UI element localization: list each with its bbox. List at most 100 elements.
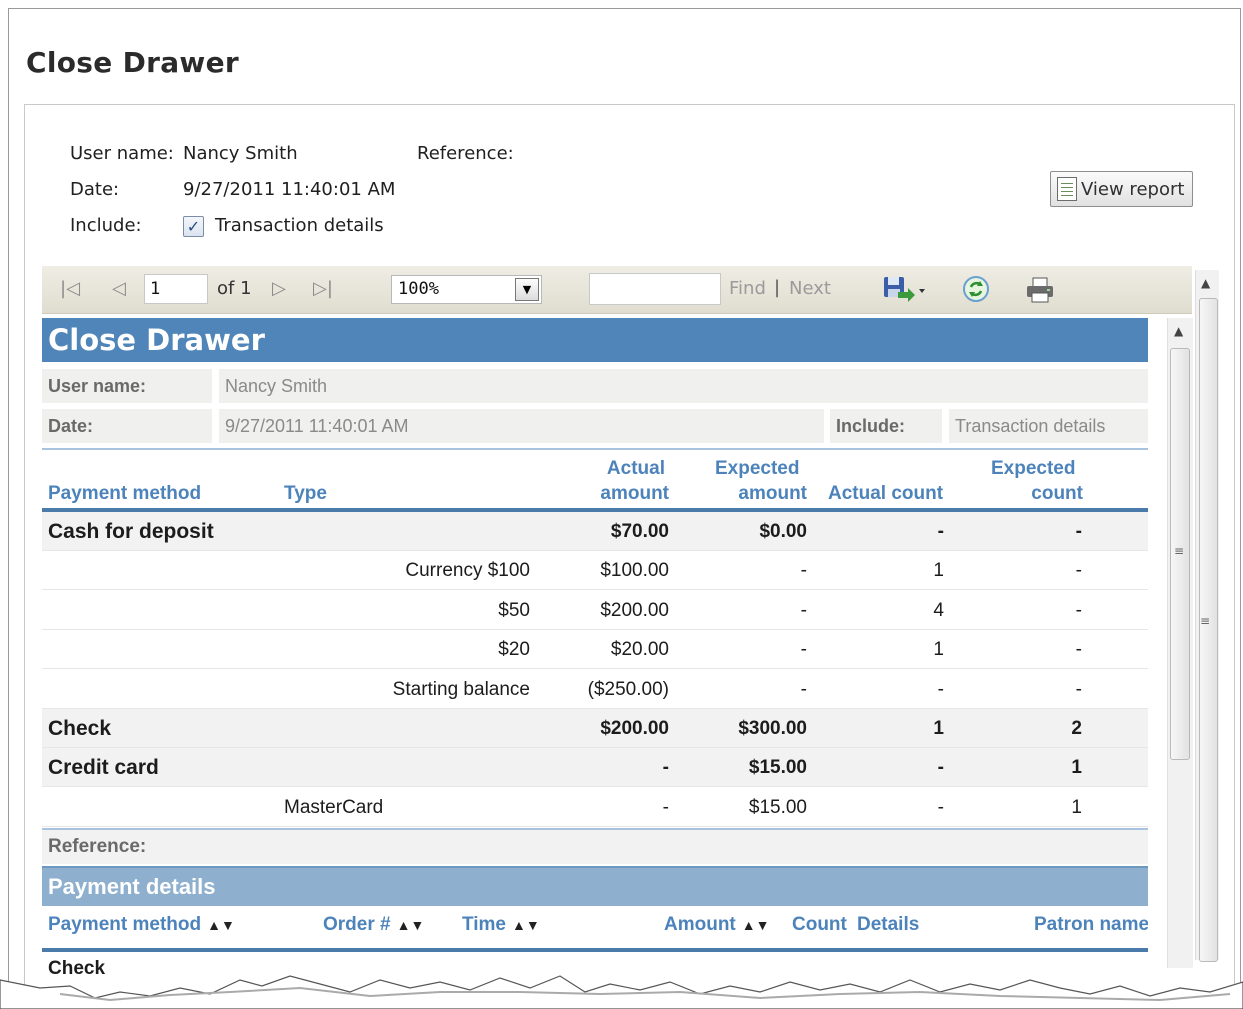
include-label: Include: xyxy=(70,215,142,236)
table-row: Credit card - $15.00 - 1 xyxy=(42,748,1148,788)
last-page-icon[interactable]: ▷| xyxy=(313,278,333,299)
pd-col-time[interactable]: Time ▲▼ xyxy=(462,914,540,936)
report-icon xyxy=(1057,177,1077,201)
pd-col-payment-method-label: Payment method xyxy=(48,914,202,935)
chevron-down-icon[interactable]: ▼ xyxy=(515,278,539,301)
sort-icon[interactable]: ▲▼ xyxy=(512,917,540,933)
cell-actual-count: 4 xyxy=(933,599,944,621)
refresh-icon[interactable] xyxy=(962,275,990,303)
pd-col-patron-name: Patron name xyxy=(1034,914,1148,935)
cell-expected-count: - xyxy=(1075,599,1082,621)
reference-label: Reference: xyxy=(417,143,514,164)
cell-method: Credit card xyxy=(48,756,159,780)
col-expected-count-line1: Expected xyxy=(991,458,1076,479)
cell-actual-amount: $200.00 xyxy=(600,599,669,621)
outer-vertical-scrollbar[interactable]: ▲ ≡ xyxy=(1195,270,1219,962)
cell-actual-count: - xyxy=(937,678,944,700)
inner-vertical-scrollbar[interactable]: ▲ ≡ xyxy=(1167,318,1193,968)
cell-actual-amount: - xyxy=(662,796,669,818)
find-input[interactable] xyxy=(589,273,721,305)
pd-col-order[interactable]: Order # ▲▼ xyxy=(323,914,424,936)
cell-actual-amount: $200.00 xyxy=(600,718,669,739)
find-link[interactable]: Find xyxy=(729,278,766,299)
scroll-grip-icon: ≡ xyxy=(1200,614,1211,628)
header-rule-top xyxy=(42,448,1148,450)
report-user-name-label: User name: xyxy=(42,369,212,403)
cell-actual-count: - xyxy=(937,521,944,542)
cell-expected-amount: $15.00 xyxy=(748,796,807,818)
cell-actual-amount: ($250.00) xyxy=(587,678,669,700)
report-date-value: 9/27/2011 11:40:01 AM xyxy=(219,409,824,443)
zoom-select[interactable]: 100% ▼ xyxy=(391,275,542,304)
pd-col-payment-method[interactable]: Payment method ▲▼ xyxy=(48,914,235,936)
payment-details-title: Payment details xyxy=(42,866,1148,906)
cell-actual-count: - xyxy=(937,757,944,779)
cell-actual-amount: $100.00 xyxy=(600,560,669,582)
next-page-icon[interactable]: ▷ xyxy=(272,278,286,299)
print-icon[interactable] xyxy=(1025,276,1055,304)
cell-expected-count: - xyxy=(1075,521,1082,542)
next-link[interactable]: Next xyxy=(789,278,831,299)
report-include-value: Transaction details xyxy=(949,409,1148,443)
cell-type: Currency $100 xyxy=(405,560,530,582)
pd-col-amount-label: Amount xyxy=(664,914,736,935)
table-row: Starting balance ($250.00) - - - xyxy=(42,670,1148,709)
first-page-icon[interactable]: |◁ xyxy=(60,278,80,299)
sort-icon[interactable]: ▲▼ xyxy=(207,917,235,933)
cell-expected-count: 2 xyxy=(1071,718,1082,739)
scroll-up-arrow-icon[interactable]: ▲ xyxy=(1201,276,1210,290)
torn-edge-decoration xyxy=(0,975,1243,1009)
date-label: Date: xyxy=(70,179,120,200)
inner-scroll-up-arrow-icon[interactable]: ▲ xyxy=(1174,324,1183,338)
pd-col-details: Details xyxy=(857,914,920,935)
user-name-label: User name: xyxy=(70,143,174,164)
cell-type: $50 xyxy=(498,599,530,621)
toolbar-separator: | xyxy=(774,277,781,298)
export-icon[interactable] xyxy=(882,274,928,304)
previous-page-icon[interactable]: ◁ xyxy=(112,278,126,299)
table-row: Currency $100 $100.00 - 1 - xyxy=(42,551,1148,591)
cell-actual-amount: $70.00 xyxy=(610,521,669,542)
cell-expected-amount: $300.00 xyxy=(738,718,807,739)
transaction-details-checkbox[interactable]: ✓ xyxy=(183,216,204,237)
view-report-button[interactable]: View report xyxy=(1050,171,1193,207)
inner-scroll-grip-icon: ≡ xyxy=(1174,544,1185,558)
sort-icon[interactable]: ▲▼ xyxy=(397,917,425,933)
table-row: MasterCard - $15.00 - 1 xyxy=(42,788,1148,827)
pd-col-time-label: Time xyxy=(462,914,507,935)
cell-method: Check xyxy=(48,717,112,740)
cell-method: Cash for deposit xyxy=(48,520,214,543)
report-include-label: Include: xyxy=(830,409,942,443)
date-value: 9/27/2011 11:40:01 AM xyxy=(183,179,396,200)
user-name-value: Nancy Smith xyxy=(183,143,298,164)
cell-expected-amount: $0.00 xyxy=(759,521,807,542)
col-payment-method: Payment method xyxy=(48,483,202,504)
table-row: $20 $20.00 - 1 - xyxy=(42,630,1148,670)
sort-icon[interactable]: ▲▼ xyxy=(742,917,770,933)
page-title: Close Drawer xyxy=(26,46,239,79)
pd-col-amount[interactable]: Amount ▲▼ xyxy=(664,914,769,936)
page-number-input[interactable]: 1 xyxy=(144,274,208,304)
report-title: Close Drawer xyxy=(42,318,1148,362)
col-actual-amount-line1: Actual xyxy=(606,458,665,479)
cell-actual-count: 1 xyxy=(933,639,944,661)
cell-expected-count: - xyxy=(1075,678,1082,700)
report-date-label: Date: xyxy=(42,409,212,443)
cell-expected-amount: $15.00 xyxy=(748,757,807,779)
cell-type: MasterCard xyxy=(284,796,384,818)
outer-scroll-thumb[interactable] xyxy=(1199,298,1218,962)
cell-actual-amount: - xyxy=(662,757,669,779)
report-user-name-value: Nancy Smith xyxy=(219,369,1148,403)
transaction-details-label[interactable]: Transaction details xyxy=(215,215,384,236)
col-expected-amount-line1: Expected xyxy=(715,458,800,479)
cell-type: Starting balance xyxy=(392,678,530,700)
table-row: $50 $200.00 - 4 - xyxy=(42,591,1148,630)
pd-col-order-label: Order # xyxy=(323,914,391,935)
col-expected-amount-line2: amount xyxy=(738,483,807,504)
cell-expected-count: - xyxy=(1075,639,1082,661)
col-actual-amount-line2: amount xyxy=(600,483,669,504)
cell-actual-count: - xyxy=(937,796,944,818)
pd-header-rule xyxy=(42,948,1148,952)
cell-expected-count: 1 xyxy=(1071,796,1082,818)
cell-expected-amount: - xyxy=(800,560,807,582)
